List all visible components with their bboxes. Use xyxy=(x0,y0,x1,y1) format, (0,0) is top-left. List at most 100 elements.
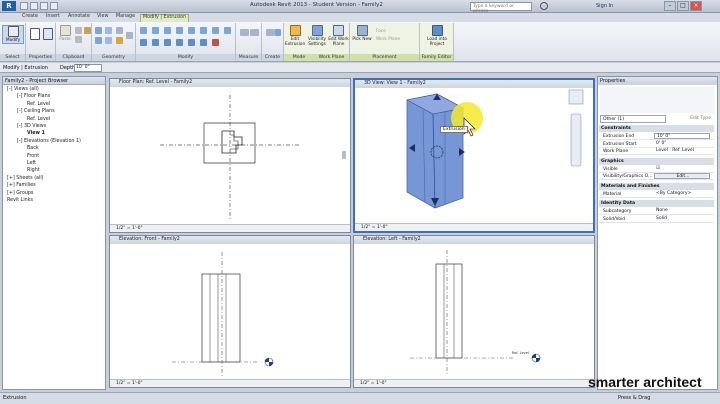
create-similar-icon[interactable] xyxy=(266,29,275,36)
create-group-icon[interactable] xyxy=(275,29,281,36)
property-value[interactable]: ☑ xyxy=(654,166,710,172)
tree-item[interactable]: [+] Groups xyxy=(7,191,33,196)
property-value[interactable]: None xyxy=(654,208,710,214)
tree-toggle-icon[interactable]: [-] xyxy=(17,124,24,129)
property-value[interactable]: Level : Ref. Level xyxy=(654,148,710,154)
tab-modify-extrusion[interactable]: Modify | Extrusion xyxy=(140,14,190,22)
tab-view[interactable]: View xyxy=(95,14,110,22)
property-section-header[interactable]: Graphics xyxy=(599,157,714,165)
offset-icon[interactable] xyxy=(152,27,159,34)
load-into-project-button[interactable]: Load into Project xyxy=(422,25,452,47)
paste-button[interactable]: Paste xyxy=(58,25,72,42)
tree-item[interactable]: [+] Sheets (all) xyxy=(7,176,44,181)
tab-manage[interactable]: Manage xyxy=(114,14,137,22)
undo-icon[interactable] xyxy=(40,2,48,10)
search-input[interactable]: Type a keyword or phrase xyxy=(470,2,532,14)
maximize-button[interactable]: □ xyxy=(677,1,689,11)
dimension-icon[interactable] xyxy=(250,29,259,36)
split-gap-icon[interactable] xyxy=(200,27,207,34)
measure-icon[interactable] xyxy=(240,29,249,36)
wall-join-icon[interactable] xyxy=(116,27,123,34)
property-row[interactable]: Extrusion Start 0' 0" xyxy=(599,141,714,148)
tree-item[interactable]: [-] Ceiling Plans xyxy=(17,109,55,114)
match-type-icon[interactable] xyxy=(84,27,91,34)
view-control-bar[interactable]: 1/2" = 1'-0" xyxy=(110,224,350,232)
delete-icon[interactable] xyxy=(212,39,219,46)
view-control-bar[interactable]: 1/2" = 1'-0" xyxy=(355,223,593,231)
property-row[interactable]: Solid/Void Solid xyxy=(599,216,714,223)
work-plane-button[interactable]: Work Plane xyxy=(376,37,414,42)
3d-view[interactable]: 3D View: View 1 - Family2 Extrusion 1/2"… xyxy=(353,78,595,233)
mirror-draw-icon[interactable] xyxy=(176,27,183,34)
left-elevation-view[interactable]: Elevation: Left - Family2 Ref. Level 1/2… xyxy=(353,235,595,388)
property-row[interactable]: Subcategory None xyxy=(599,208,714,215)
property-value[interactable]: <By Category> xyxy=(654,191,710,197)
tab-insert[interactable]: Insert xyxy=(44,14,62,22)
type-selector[interactable]: Other (1) xyxy=(600,115,666,123)
property-row[interactable]: Extrusion End 10' 0" xyxy=(599,133,714,140)
tree-toggle-icon[interactable]: [-] xyxy=(17,109,24,114)
edit-work-plane-button[interactable]: Edit Work Plane xyxy=(328,25,349,47)
property-section-header[interactable]: Materials and Finishes xyxy=(599,182,714,190)
unpin-icon[interactable] xyxy=(224,27,231,34)
sign-in-link[interactable]: Sign In xyxy=(596,3,613,9)
array-icon[interactable] xyxy=(188,39,195,46)
edit-type-button[interactable]: Edit Type xyxy=(690,116,711,121)
depth-input[interactable]: 10' 0" xyxy=(74,64,102,72)
press-drag-toggle[interactable]: Press & Drag xyxy=(618,395,650,401)
paint-icon[interactable] xyxy=(116,37,123,44)
edit-extrusion-button[interactable]: Edit Extrusion xyxy=(285,25,305,47)
tab-create[interactable]: Create xyxy=(20,14,40,22)
pin-icon[interactable] xyxy=(212,27,219,34)
front-elevation-view[interactable]: Elevation: Front - Family2 1/2" = 1'-0" xyxy=(109,235,351,388)
property-value[interactable]: 0' 0" xyxy=(654,141,710,147)
property-value[interactable]: Edit... xyxy=(654,173,710,179)
cope-icon[interactable] xyxy=(95,27,102,34)
properties-icon[interactable] xyxy=(30,28,40,40)
save-icon[interactable] xyxy=(30,2,38,10)
property-row[interactable]: Visibility/Graphics O... Edit... xyxy=(599,173,714,180)
open-icon[interactable] xyxy=(20,2,28,10)
tree-toggle-icon[interactable]: [-] xyxy=(17,139,24,144)
scale-icon[interactable] xyxy=(200,39,207,46)
modify-button[interactable]: Modify xyxy=(2,25,24,44)
view-control-bar[interactable]: 1/2" = 1'-0" xyxy=(110,379,350,387)
tree-item[interactable]: [+] Families xyxy=(7,183,36,188)
mirror-axis-icon[interactable] xyxy=(164,27,171,34)
tree-item[interactable]: Revit Links xyxy=(7,198,33,203)
tree-toggle-icon[interactable]: [+] xyxy=(7,191,16,196)
tree-item[interactable]: [-] Floor Plans xyxy=(17,94,50,99)
align-icon[interactable] xyxy=(140,27,147,34)
type-properties-icon[interactable] xyxy=(43,28,53,40)
trim-icon[interactable] xyxy=(176,39,183,46)
floor-plan-view[interactable]: Floor Plan: Ref. Level - Family2 1/2" = … xyxy=(109,78,351,233)
move-icon[interactable] xyxy=(140,39,147,46)
face-button[interactable]: Face xyxy=(376,29,414,34)
view-scale[interactable]: 1/2" = 1'-0" xyxy=(116,381,143,386)
search-icon[interactable] xyxy=(540,2,548,10)
copy-element-icon[interactable] xyxy=(152,39,159,46)
view-scale[interactable]: 1/2" = 1'-0" xyxy=(361,225,388,230)
tab-annotate[interactable]: Annotate xyxy=(66,14,92,22)
unjoin-icon[interactable] xyxy=(105,37,112,44)
copy-icon[interactable] xyxy=(75,36,82,43)
view-scale[interactable]: 1/2" = 1'-0" xyxy=(116,226,143,231)
property-row[interactable]: Visible ☑ xyxy=(599,166,714,173)
rotate-icon[interactable] xyxy=(164,39,171,46)
application-menu-button[interactable]: R xyxy=(2,1,16,11)
tree-item[interactable]: View 1 xyxy=(27,131,45,136)
tree-item[interactable]: Right xyxy=(27,168,40,173)
cut-icon[interactable] xyxy=(75,27,82,34)
close-button[interactable]: × xyxy=(690,1,702,11)
property-row[interactable]: Material <By Category> xyxy=(599,191,714,198)
tree-item[interactable]: Ref. Level xyxy=(27,102,50,107)
tree-item[interactable]: Left xyxy=(27,161,36,166)
tree-toggle-icon[interactable]: [+] xyxy=(7,176,16,181)
tree-item[interactable]: [-] Elevations (Elevation 1) xyxy=(17,139,81,144)
tree-item[interactable]: [-] 3D Views xyxy=(17,124,46,129)
visibility-settings-button[interactable]: Visibility Settings xyxy=(306,25,328,47)
split-face-icon[interactable] xyxy=(126,32,133,39)
redo-icon[interactable] xyxy=(50,2,58,10)
cut-geometry-icon[interactable] xyxy=(95,37,102,44)
join-icon[interactable] xyxy=(105,27,112,34)
